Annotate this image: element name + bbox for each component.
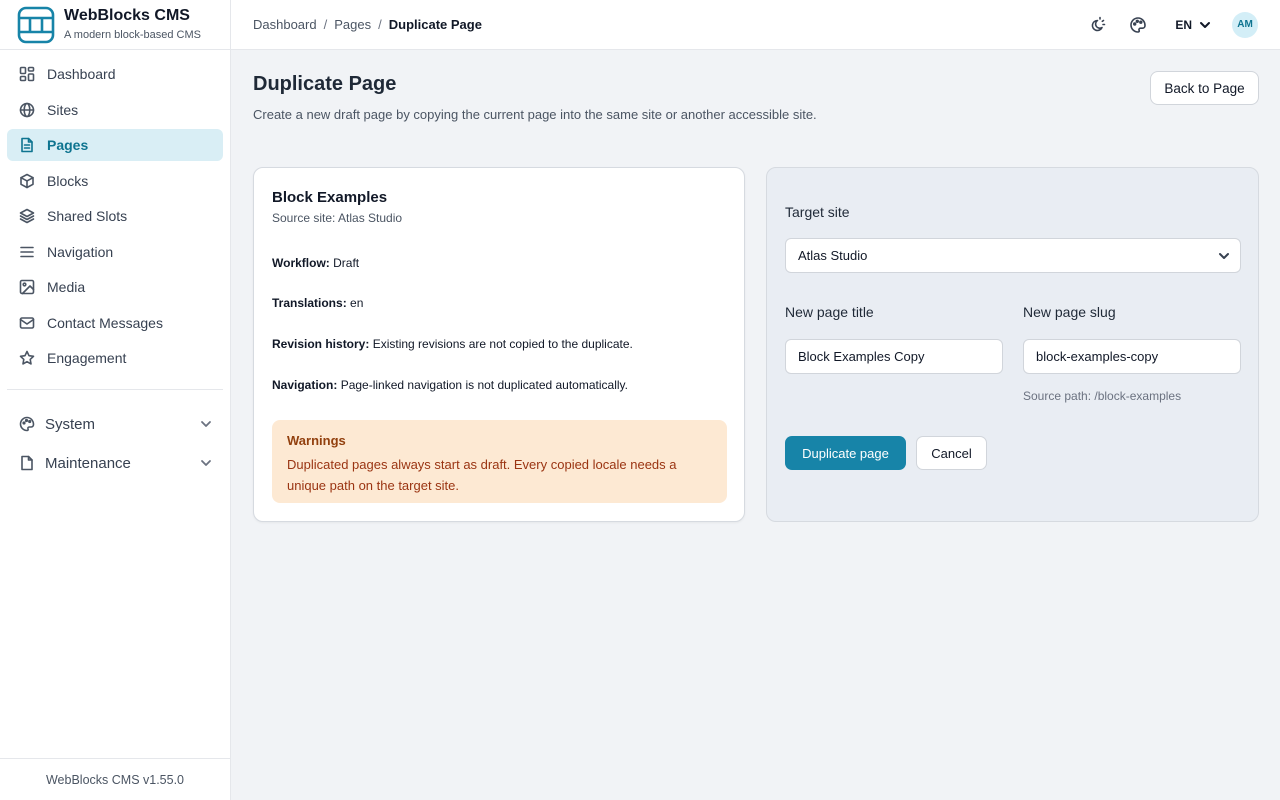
sidebar-nav: Dashboard Sites Pages Blocks Shared Slot… <box>0 50 230 481</box>
star-icon <box>19 350 35 365</box>
sidebar-item-label: Dashboard <box>47 66 116 82</box>
page-slug-input[interactable] <box>1023 339 1241 374</box>
dashboard-icon <box>19 66 35 82</box>
sidebar-item-label: Media <box>47 279 86 295</box>
sidebar-group-label: Maintenance <box>45 454 131 472</box>
avatar[interactable]: AM <box>1232 11 1258 38</box>
meta-value: en <box>350 296 364 310</box>
logo-icon <box>17 6 55 43</box>
meta-value: Page-linked navigation is not duplicated… <box>340 378 628 392</box>
document-icon <box>21 137 33 153</box>
source-page-card: Block Examples Source site: Atlas Studio… <box>253 167 745 522</box>
revision-history-row: Revision history: Existing revisions are… <box>272 337 633 351</box>
breadcrumb-dashboard[interactable]: Dashboard <box>253 17 317 32</box>
language-label: EN <box>1175 17 1192 32</box>
palette-icon[interactable] <box>1129 16 1147 34</box>
breadcrumb-separator: / <box>323 17 328 32</box>
sidebar-item-media[interactable]: Media <box>7 271 223 303</box>
meta-label: Revision history: <box>272 337 370 351</box>
globe-icon <box>19 102 35 117</box>
sidebar-item-navigation[interactable]: Navigation <box>7 236 223 268</box>
file-icon <box>21 455 33 471</box>
meta-value: Existing revisions are not copied to the… <box>372 337 633 351</box>
meta-label: Translations: <box>272 296 347 310</box>
sidebar-divider <box>7 389 223 390</box>
meta-label: Navigation: <box>272 378 338 392</box>
workflow-row: Workflow: Draft <box>272 256 359 270</box>
chevron-down-icon <box>1219 253 1229 259</box>
warnings-text: Duplicated pages always start as draft. … <box>287 457 677 493</box>
cancel-button[interactable]: Cancel <box>916 436 987 470</box>
sidebar-item-label: Navigation <box>47 243 114 260</box>
duplicate-form-card: Target site Atlas Studio New page title … <box>766 167 1259 522</box>
source-site-label: Source site: Atlas Studio <box>272 211 403 225</box>
menu-icon <box>20 246 34 257</box>
meta-label: Workflow: <box>272 256 330 270</box>
sidebar-item-label: Shared Slots <box>47 208 128 224</box>
chevron-down-icon <box>201 421 211 427</box>
image-icon <box>19 279 35 295</box>
sidebar-item-label: Pages <box>47 137 89 153</box>
cube-icon <box>20 173 34 188</box>
sidebar-item-label: Sites <box>47 101 79 118</box>
theme-toggle-icon[interactable] <box>1088 16 1106 34</box>
target-site-label: Target site <box>785 204 850 220</box>
topbar-actions: EN AM <box>1065 11 1280 38</box>
topbar: Dashboard / Pages / Duplicate Page EN AM <box>231 0 1280 50</box>
source-path-hint: Source path: /block-examples <box>1023 389 1182 403</box>
breadcrumb-current: Duplicate Page <box>388 17 482 32</box>
chevron-down-icon <box>201 460 211 466</box>
breadcrumb-separator: / <box>378 17 382 32</box>
sidebar-item-pages[interactable]: Pages <box>7 129 223 161</box>
brand-name: WebBlocks CMS <box>64 7 190 24</box>
meta-value: Draft <box>333 256 360 270</box>
warnings-box: Warnings Duplicated pages always start a… <box>272 420 727 503</box>
sidebar-item-blocks[interactable]: Blocks <box>7 165 223 197</box>
sidebar-item-engagement[interactable]: Engagement <box>7 342 223 374</box>
breadcrumb: Dashboard / Pages / Duplicate Page <box>253 17 482 32</box>
language-selector[interactable]: EN <box>1175 18 1212 32</box>
navigation-row: Navigation: Page-linked navigation is no… <box>272 378 628 392</box>
palette-icon <box>19 416 35 432</box>
layers-icon <box>19 208 35 224</box>
target-site-value: Atlas Studio <box>798 248 868 263</box>
page-subtitle: Create a new draft page by copying the c… <box>253 107 817 122</box>
sidebar-item-sites[interactable]: Sites <box>7 94 223 126</box>
page-slug-label: New page slug <box>1023 304 1116 320</box>
duplicate-page-button[interactable]: Duplicate page <box>785 436 906 470</box>
sidebar-item-contact-messages[interactable]: Contact Messages <box>7 307 223 339</box>
breadcrumb-pages[interactable]: Pages <box>334 17 371 32</box>
sidebar-item-dashboard[interactable]: Dashboard <box>7 58 223 90</box>
target-site-select[interactable]: Atlas Studio <box>785 238 1241 273</box>
sidebar-item-label: Blocks <box>47 172 89 189</box>
chevron-down-icon <box>1200 21 1210 28</box>
sidebar-group-system[interactable]: System <box>7 406 223 442</box>
brand[interactable]: WebBlocks CMS A modern block-based CMS <box>0 0 230 50</box>
version-label: WebBlocks CMS v1.55.0 <box>0 758 230 800</box>
brand-tagline: A modern block-based CMS <box>64 29 201 41</box>
back-to-page-button[interactable]: Back to Page <box>1150 71 1259 105</box>
translations-row: Translations: en <box>272 296 363 310</box>
sidebar-item-label: Contact Messages <box>47 314 163 331</box>
page-title-label: New page title <box>785 304 874 320</box>
sidebar-group-maintenance[interactable]: Maintenance <box>7 445 223 481</box>
source-page-title: Block Examples <box>272 189 388 206</box>
sidebar-item-shared-slots[interactable]: Shared Slots <box>7 200 223 232</box>
sidebar: WebBlocks CMS A modern block-based CMS D… <box>0 0 231 800</box>
page-title-input[interactable] <box>785 339 1003 374</box>
page-title: Duplicate Page <box>253 73 397 95</box>
sidebar-group-label: System <box>45 415 96 433</box>
warnings-title: Warnings <box>287 433 346 448</box>
mail-icon <box>19 316 35 329</box>
sidebar-item-label: Engagement <box>47 350 127 366</box>
